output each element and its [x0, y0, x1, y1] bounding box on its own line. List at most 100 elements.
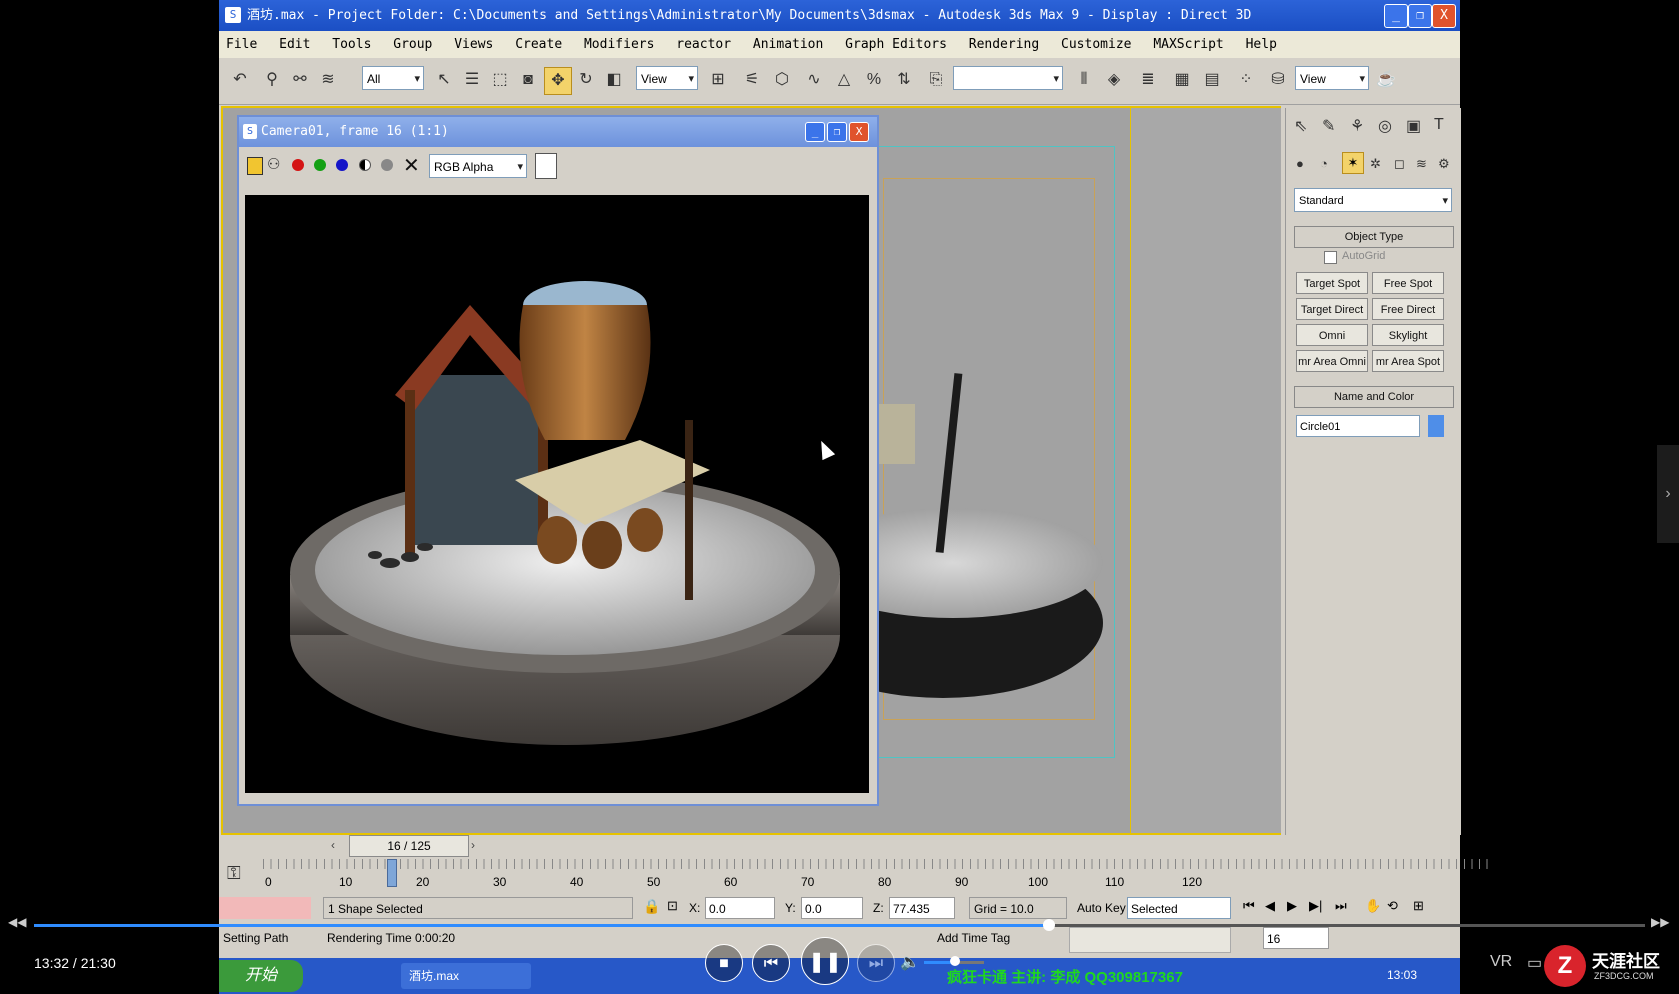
modify-tab-icon[interactable]: ✎: [1322, 116, 1335, 136]
x-coord-field[interactable]: 0.0: [705, 897, 775, 919]
render-close-button[interactable]: X: [849, 122, 869, 142]
time-slider-next[interactable]: ›: [471, 838, 475, 852]
selection-filter-select[interactable]: All: [362, 66, 424, 91]
name-and-color-rollout[interactable]: Name and Color: [1294, 386, 1454, 408]
stop-button[interactable]: ■: [705, 944, 743, 982]
render-viewport-select[interactable]: View: [1295, 66, 1369, 91]
current-frame-field[interactable]: 16: [1263, 927, 1329, 949]
rewind-icon[interactable]: ◀◀: [8, 915, 26, 929]
menu-group[interactable]: Group: [393, 37, 432, 52]
menu-tools[interactable]: Tools: [332, 37, 371, 52]
bind-spacewarp-icon[interactable]: ≋: [315, 67, 341, 93]
undo-icon[interactable]: ↶: [227, 67, 253, 93]
schematic-view-icon[interactable]: ▤: [1199, 67, 1225, 93]
free-direct-button[interactable]: Free Direct: [1372, 298, 1444, 320]
manipulate-icon[interactable]: ⚟: [739, 67, 765, 93]
add-time-tag[interactable]: Add Time Tag: [937, 931, 1010, 945]
reference-coord-select[interactable]: View: [636, 66, 698, 91]
render-scene-icon[interactable]: ⛁: [1265, 67, 1291, 93]
geometry-icon[interactable]: ●: [1296, 156, 1304, 171]
mirror-icon[interactable]: ⫴: [1071, 67, 1097, 93]
minimize-button[interactable]: _: [1384, 4, 1408, 28]
blue-channel-toggle[interactable]: [336, 159, 348, 171]
monochrome-icon[interactable]: [381, 159, 393, 171]
next-frame-icon[interactable]: ▶|: [1309, 898, 1322, 914]
clear-icon[interactable]: ✕: [403, 153, 420, 178]
target-direct-button[interactable]: Target Direct: [1296, 298, 1368, 320]
next-button[interactable]: ⏭: [857, 944, 895, 982]
skylight-button[interactable]: Skylight: [1372, 324, 1444, 346]
angle-snap-icon[interactable]: △: [831, 67, 857, 93]
spacewarps-icon[interactable]: ≋: [1416, 156, 1427, 172]
menu-modifiers[interactable]: Modifiers: [584, 37, 654, 52]
select-link-icon[interactable]: ⚲: [259, 67, 285, 93]
utilities-tab-icon[interactable]: T: [1434, 116, 1444, 134]
menu-animation[interactable]: Animation: [753, 37, 823, 52]
object-name-input[interactable]: Circle01: [1296, 415, 1420, 437]
restore-button[interactable]: ❐: [1408, 4, 1432, 28]
mr-area-spot-button[interactable]: mr Area Spot: [1372, 350, 1444, 372]
render-maximize-button[interactable]: ❐: [827, 122, 847, 142]
lock-selection-icon[interactable]: 🔒: [643, 898, 660, 915]
unlink-icon[interactable]: ⚯: [287, 67, 313, 93]
video-progress-knob[interactable]: [1042, 919, 1055, 931]
volume-icon[interactable]: 🔈: [900, 952, 920, 972]
mini-curve-editor-icon[interactable]: ⚿: [227, 863, 241, 884]
save-bitmap-icon[interactable]: [247, 157, 263, 175]
motion-tab-icon[interactable]: ◎: [1378, 116, 1392, 136]
keyboard-shortcut-icon[interactable]: ⬡: [769, 67, 795, 93]
create-tab-icon[interactable]: ⇖: [1294, 116, 1307, 136]
play-animation-icon[interactable]: ▶: [1287, 898, 1297, 914]
time-slider[interactable]: 16 / 125: [349, 835, 469, 857]
y-coord-field[interactable]: 0.0: [801, 897, 863, 919]
menu-help[interactable]: Help: [1246, 37, 1277, 52]
taskbar-3dsmax-item[interactable]: 酒坊.max: [401, 963, 531, 989]
target-spot-button[interactable]: Target Spot: [1296, 272, 1368, 294]
menu-maxscript[interactable]: MAXScript: [1153, 37, 1223, 52]
region-select-icon[interactable]: ⬚: [487, 67, 513, 93]
category-select[interactable]: Standard: [1294, 188, 1452, 213]
align-icon[interactable]: ◈: [1101, 67, 1127, 93]
autogrid-checkbox[interactable]: [1324, 251, 1337, 264]
pause-button[interactable]: ❚❚: [801, 937, 849, 985]
maxscript-listener-mini[interactable]: [219, 897, 311, 919]
previous-button[interactable]: ⏮: [752, 944, 790, 982]
time-slider-prev[interactable]: ‹: [331, 838, 335, 852]
menu-reactor[interactable]: reactor: [676, 37, 731, 52]
maximize-viewport-icon[interactable]: ⊞: [1413, 898, 1424, 914]
select-by-name-icon[interactable]: ☰: [459, 67, 485, 93]
color-swatch[interactable]: [535, 153, 557, 179]
percent-snap-icon[interactable]: %: [861, 67, 887, 93]
auto-key-button[interactable]: Auto Key: [1077, 901, 1126, 915]
rendered-frame-window[interactable]: S Camera01, frame 16 (1:1) _ ❐ X ⚇ ✕ RGB…: [237, 115, 879, 806]
prev-frame-icon[interactable]: ◀: [1265, 898, 1275, 914]
snap-toggle-icon[interactable]: ∿: [801, 67, 827, 93]
red-channel-toggle[interactable]: [292, 159, 304, 171]
display-tab-icon[interactable]: ▣: [1406, 116, 1421, 136]
close-button[interactable]: X: [1432, 4, 1456, 28]
render-window-title-bar[interactable]: S Camera01, frame 16 (1:1) _ ❐ X: [239, 117, 877, 147]
go-to-end-icon[interactable]: ⏭: [1335, 898, 1347, 914]
key-mode-select[interactable]: Selected: [1127, 897, 1231, 919]
mr-area-omni-button[interactable]: mr Area Omni: [1296, 350, 1368, 372]
render-minimize-button[interactable]: _: [805, 122, 825, 142]
cameras-icon[interactable]: ✲: [1370, 156, 1381, 172]
shapes-icon[interactable]: ◔: [1320, 156, 1328, 171]
green-channel-toggle[interactable]: [314, 159, 326, 171]
current-frame-marker[interactable]: [387, 859, 397, 887]
spinner-snap-icon[interactable]: ⇅: [891, 67, 917, 93]
orbit-icon[interactable]: ⟲: [1387, 898, 1398, 914]
menu-customize[interactable]: Customize: [1061, 37, 1131, 52]
volume-knob[interactable]: [950, 956, 960, 966]
free-spot-button[interactable]: Free Spot: [1372, 272, 1444, 294]
vr-button[interactable]: VR: [1490, 953, 1512, 971]
omni-button[interactable]: Omni: [1296, 324, 1368, 346]
fast-forward-icon[interactable]: ▶▶: [1651, 915, 1669, 929]
systems-icon[interactable]: ⚙: [1438, 156, 1450, 172]
select-rotate-icon[interactable]: ↻: [573, 67, 599, 93]
helpers-icon[interactable]: ◻: [1394, 156, 1405, 172]
menu-graph-editors[interactable]: Graph Editors: [845, 37, 947, 52]
transform-mode-icon[interactable]: ⊡: [667, 898, 678, 914]
menu-file[interactable]: File: [226, 37, 257, 52]
menu-create[interactable]: Create: [515, 37, 562, 52]
